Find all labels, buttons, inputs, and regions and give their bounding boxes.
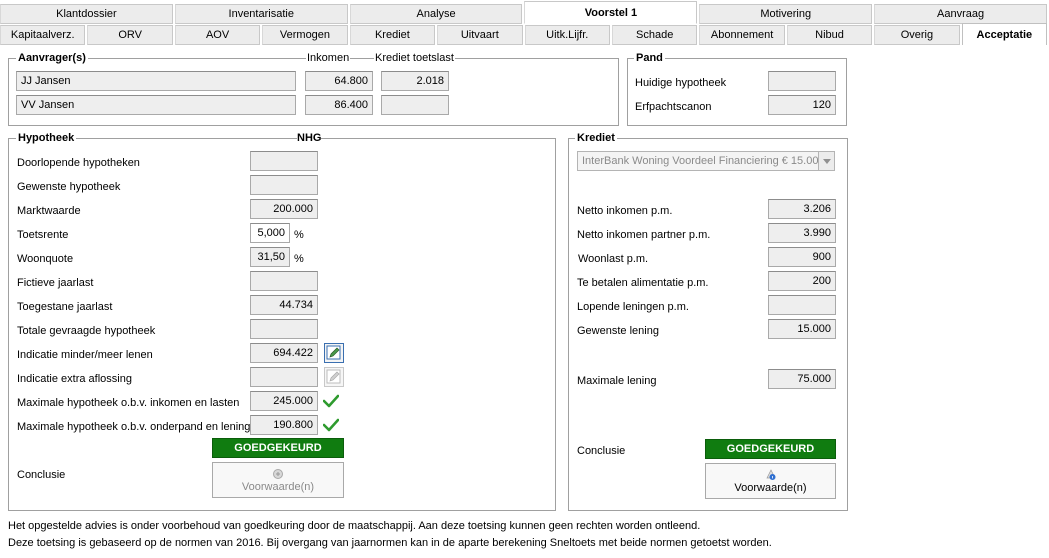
toegestane-jaarlast-field: 44.734 [250, 295, 318, 315]
lopende-leningen-field [768, 295, 836, 315]
tab-inventarisatie[interactable]: Inventarisatie [174, 4, 348, 24]
aanvrager-1-krediet: 2.018 [381, 71, 449, 91]
indicatie-extra-aflossing-field [250, 367, 318, 387]
aanvrager-2-name: VV Jansen [16, 95, 296, 115]
gewenste-lening-label: Gewenste lening [577, 325, 659, 337]
tab-voorstel-1[interactable]: Voorstel 1 [524, 1, 698, 24]
toetsrente-label: Toetsrente [17, 229, 69, 241]
krediet-legend: Krediet [575, 132, 617, 144]
woonlast-label: Woonlast p.m. [578, 253, 649, 265]
krediet-voorwaarden-button[interactable]: Voorwaarde(n) [705, 463, 836, 499]
tab-analyse[interactable]: Analyse [349, 4, 523, 24]
hypotheek-status-badge: GOEDGEKEURD [212, 438, 344, 458]
max-hypotheek-inkomen-field: 245.000 [250, 391, 318, 411]
aanvrager-1-name: JJ Jansen [16, 71, 296, 91]
marktwaarde-label: Marktwaarde [17, 205, 81, 217]
subtab-krediet[interactable]: Krediet [349, 25, 436, 45]
subtab-uitk-lijfr[interactable]: Uitk.Lijfr. [524, 25, 610, 45]
subtab-abonnement[interactable]: Abonnement [699, 25, 785, 45]
sub-tab-bar: Kapitaalverz. ORV AOV Vermogen Krediet U… [0, 23, 1049, 45]
krediet-product-value: InterBank Woning Voordeel Financiering €… [582, 155, 825, 167]
inkomen-header: Inkomen [306, 51, 351, 65]
krediet-toetslast-header: Krediet toetslast [374, 51, 455, 65]
nhg-header: NHG [297, 131, 322, 145]
subtab-kapitaalverz[interactable]: Kapitaalverz. [0, 25, 86, 45]
woonquote-label: Woonquote [17, 253, 74, 265]
aanvrager-2-inkomen: 86.400 [305, 95, 373, 115]
edit-disabled-icon[interactable] [324, 367, 344, 387]
erfpachtscanon-field: 120 [768, 95, 836, 115]
subtab-vermogen[interactable]: Vermogen [262, 25, 348, 45]
gewenste-hypotheek-field [250, 175, 318, 195]
huidige-hypotheek-field [768, 71, 836, 91]
chevron-down-icon [818, 152, 834, 170]
info-icon [765, 469, 776, 480]
woonquote-unit: % [294, 253, 304, 265]
tab-motivering[interactable]: Motivering [699, 4, 873, 24]
aanvrager-2-krediet [381, 95, 449, 115]
gewenste-lening-field: 15.000 [768, 319, 836, 339]
doorlopende-hypotheken-field [250, 151, 318, 171]
maximale-lening-field: 75.000 [768, 369, 836, 389]
fictieve-jaarlast-label: Fictieve jaarlast [17, 277, 94, 289]
max-hypotheek-inkomen-label: Maximale hypotheek o.b.v. inkomen en las… [17, 397, 240, 409]
toetsrente-unit: % [294, 229, 304, 241]
subtab-uitvaart[interactable]: Uitvaart [437, 25, 523, 45]
erfpachtscanon-label: Erfpachtscanon [635, 101, 712, 113]
indicatie-meer-lenen-field: 694.422 [250, 343, 318, 363]
woonquote-field: 31,50 [250, 247, 290, 267]
doorlopende-hypotheken-label: Doorlopende hypotheken [17, 157, 140, 169]
aanvrager-1-inkomen: 64.800 [305, 71, 373, 91]
checkmark-icon [323, 394, 339, 408]
hypotheek-voorwaarden-label: Voorwaarde(n) [241, 481, 315, 493]
max-hypotheek-onderpand-label: Maximale hypotheek o.b.v. onderpand en l… [17, 421, 251, 433]
edit-icon[interactable] [324, 343, 344, 363]
subtab-acceptatie[interactable]: Acceptatie [961, 23, 1048, 45]
woonlast-field: 900 [768, 247, 836, 267]
conditions-icon [273, 469, 283, 479]
indicatie-extra-aflossing-label: Indicatie extra aflossing [17, 373, 132, 385]
max-hypotheek-onderpand-field: 190.800 [250, 415, 318, 435]
subtab-nibud[interactable]: Nibud [786, 25, 873, 45]
krediet-voorwaarden-label: Voorwaarde(n) [734, 482, 807, 494]
marktwaarde-field: 200.000 [250, 199, 318, 219]
subtab-orv[interactable]: ORV [87, 25, 173, 45]
tab-aanvraag[interactable]: Aanvraag [874, 4, 1047, 24]
toetsrente-input[interactable]: 5,000 [250, 223, 290, 243]
totale-gevraagde-hypotheek-field [250, 319, 318, 339]
main-tab-bar: Klantdossier Inventarisatie Analyse Voor… [0, 0, 1049, 24]
disclaimer-text-1: Het opgestelde advies is onder voorbehou… [8, 520, 701, 532]
hypotheek-voorwaarden-button[interactable]: Voorwaarde(n) [212, 462, 344, 498]
disclaimer-text-2: Deze toetsing is gebaseerd op de normen … [8, 537, 772, 549]
aanvragers-legend: Aanvrager(s) [16, 52, 88, 64]
subtab-schade[interactable]: Schade [611, 25, 698, 45]
alimentatie-field: 200 [768, 271, 836, 291]
huidige-hypotheek-label: Huidige hypotheek [635, 77, 727, 89]
subtab-aov[interactable]: AOV [174, 25, 261, 45]
toegestane-jaarlast-label: Toegestane jaarlast [17, 301, 113, 313]
netto-inkomen-label: Netto inkomen p.m. [577, 205, 673, 217]
gewenste-hypotheek-label: Gewenste hypotheek [17, 181, 121, 193]
subtab-overig[interactable]: Overig [874, 25, 960, 45]
maximale-lening-label: Maximale lening [577, 375, 657, 387]
netto-inkomen-field: 3.206 [768, 199, 836, 219]
fictieve-jaarlast-field [250, 271, 318, 291]
indicatie-meer-lenen-label: Indicatie minder/meer lenen [17, 349, 153, 361]
netto-inkomen-partner-label: Netto inkomen partner p.m. [577, 229, 711, 241]
pand-panel [627, 58, 847, 126]
totale-gevraagde-hypotheek-label: Totale gevraagde hypotheek [17, 325, 156, 337]
lopende-leningen-label: Lopende leningen p.m. [577, 301, 689, 313]
krediet-status-badge: GOEDGEKEURD [705, 439, 836, 459]
checkmark-icon [323, 418, 339, 432]
krediet-product-dropdown[interactable]: InterBank Woning Voordeel Financiering €… [577, 151, 835, 171]
hypotheek-legend: Hypotheek [16, 132, 77, 144]
tab-klantdossier[interactable]: Klantdossier [0, 4, 173, 24]
krediet-conclusie-label: Conclusie [577, 445, 626, 457]
pand-legend: Pand [634, 52, 665, 64]
aanvragers-panel [8, 58, 619, 126]
alimentatie-label: Te betalen alimentatie p.m. [577, 277, 709, 289]
hypotheek-conclusie-label: Conclusie [17, 469, 66, 481]
netto-inkomen-partner-field: 3.990 [768, 223, 836, 243]
